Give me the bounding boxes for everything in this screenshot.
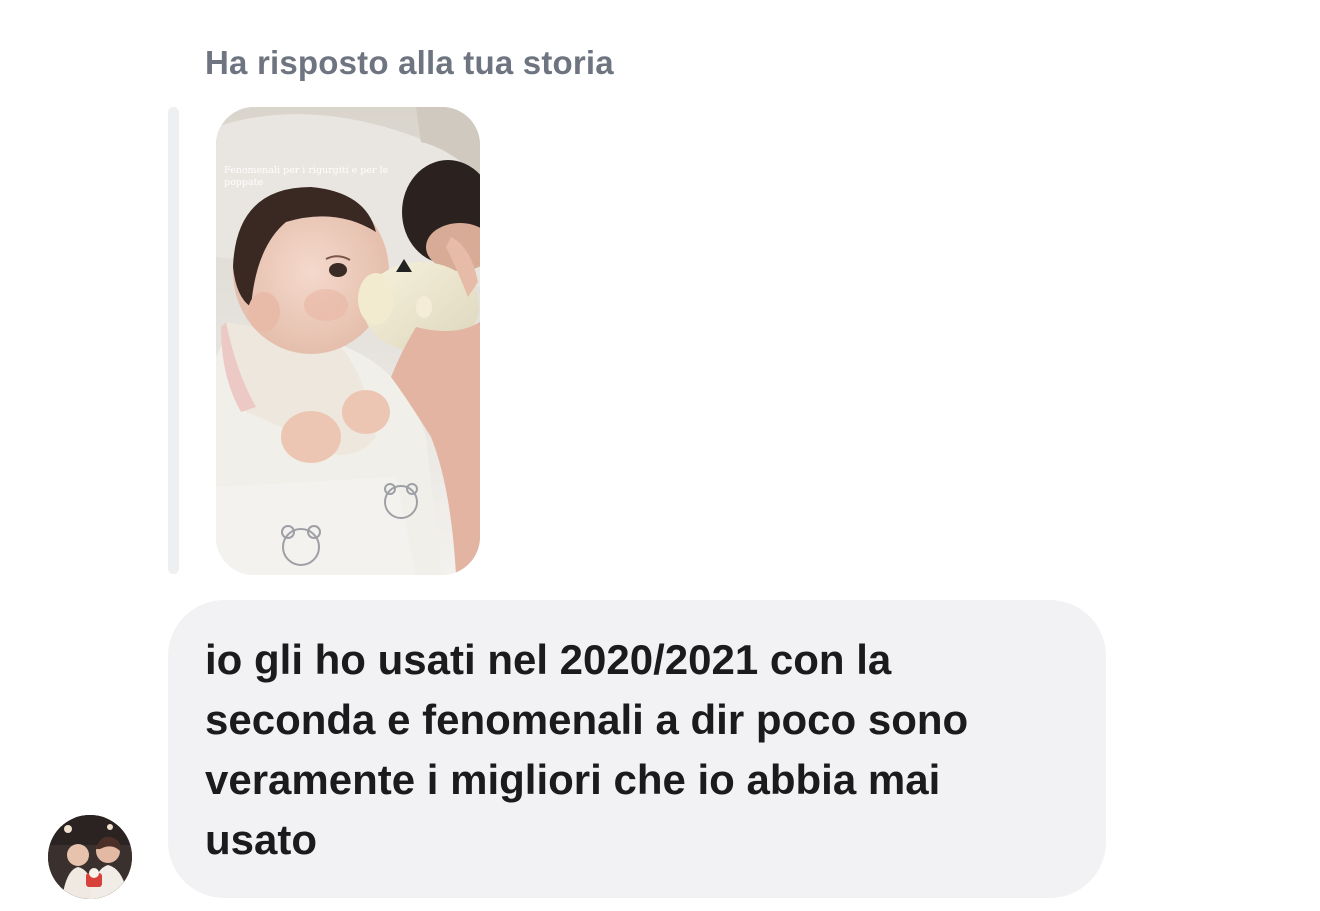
avatar-photo <box>48 815 132 899</box>
reply-quote-bar <box>168 107 179 574</box>
story-thumbnail[interactable]: Fenomenali per i rigurgiti e per le popp… <box>216 107 480 575</box>
user-avatar[interactable] <box>48 815 132 899</box>
story-caption: Fenomenali per i rigurgiti e per le popp… <box>224 165 389 188</box>
story-reply-label: Ha risposto alla tua storia <box>205 44 614 81</box>
message-text: io gli ho usati nel 2020/2021 con la sec… <box>205 636 969 863</box>
message-bubble[interactable]: io gli ho usati nel 2020/2021 con la sec… <box>168 600 1106 898</box>
